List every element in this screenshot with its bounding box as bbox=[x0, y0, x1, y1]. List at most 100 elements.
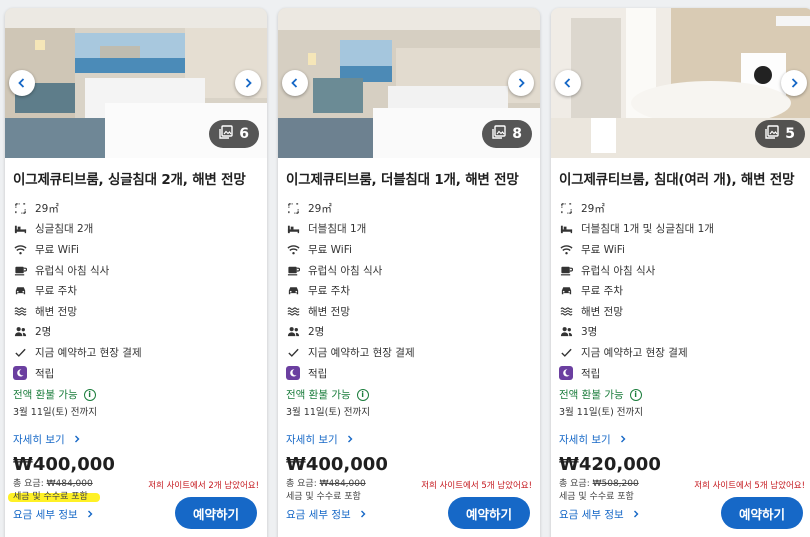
chevron-left-icon bbox=[562, 74, 574, 93]
more-details-link[interactable]: 자세히 보기 bbox=[286, 432, 532, 447]
amenity-item: 적립 bbox=[13, 363, 259, 384]
chevron-right-icon bbox=[632, 509, 640, 521]
amenity-label: 무료 주차 bbox=[35, 285, 77, 298]
bed-icon bbox=[286, 222, 300, 236]
more-details-label: 자세히 보기 bbox=[559, 434, 611, 447]
people-icon bbox=[286, 325, 300, 339]
amenity-label: 무료 WiFi bbox=[35, 243, 79, 256]
amenity-item: 무료 주차 bbox=[559, 280, 805, 301]
chevron-right-icon bbox=[515, 74, 527, 93]
total-label: 총 요금: bbox=[559, 479, 590, 489]
amenity-label: 유럽식 아침 식사 bbox=[581, 264, 656, 277]
amenity-label: 지금 예약하고 현장 결제 bbox=[581, 346, 688, 359]
fees-note: 세금 및 수수료 포함 bbox=[559, 492, 634, 502]
info-icon[interactable]: i bbox=[629, 388, 642, 401]
coffee-icon bbox=[13, 263, 27, 277]
amenity-item: 해변 전망 bbox=[559, 301, 805, 322]
photo-gallery-button[interactable]: 6 bbox=[209, 120, 259, 148]
availability-alert: 저희 사이트에서 5개 남았어요! bbox=[421, 481, 532, 491]
gallery-icon bbox=[765, 125, 779, 143]
total-price: 총 요금: ₩508,200 bbox=[559, 476, 639, 489]
amenity-item: 더블침대 1개 bbox=[286, 219, 532, 240]
fees-note: 세금 및 수수료 포함 bbox=[13, 492, 88, 502]
amenity-label: 해변 전망 bbox=[581, 305, 623, 318]
nightly-price: ₩400,000 bbox=[286, 454, 388, 475]
price-breakdown-label: 요금 세부 정보 bbox=[286, 509, 351, 521]
previous-photo-button[interactable] bbox=[555, 70, 581, 96]
points-icon bbox=[286, 366, 300, 381]
price-breakdown-link[interactable]: 요금 세부 정보 bbox=[559, 507, 640, 522]
amenity-item: 유럽식 아침 식사 bbox=[13, 260, 259, 281]
amenity-item: 무료 WiFi bbox=[559, 239, 805, 260]
price-breakdown-label: 요금 세부 정보 bbox=[559, 509, 624, 521]
refund-deadline: 3월 11일(토) 전까지 bbox=[13, 407, 98, 419]
coffee-icon bbox=[286, 263, 300, 277]
room-photo[interactable]: 8 bbox=[278, 8, 540, 158]
amenity-item: 29㎡ bbox=[286, 198, 532, 219]
next-photo-button[interactable] bbox=[508, 70, 534, 96]
photo-gallery-button[interactable]: 8 bbox=[482, 120, 532, 148]
amenity-item: 지금 예약하고 현장 결제 bbox=[13, 342, 259, 363]
more-details-label: 자세히 보기 bbox=[13, 434, 65, 447]
refund-label: 전액 환불 가능 bbox=[13, 389, 78, 402]
room-photo[interactable]: 5 bbox=[551, 8, 810, 158]
next-photo-button[interactable] bbox=[781, 70, 807, 96]
total-value: ₩484,000 bbox=[46, 479, 93, 489]
refund-label: 전액 환불 가능 bbox=[559, 389, 624, 402]
chevron-right-icon bbox=[346, 434, 354, 446]
amenity-item: 해변 전망 bbox=[286, 301, 532, 322]
gallery-icon bbox=[492, 125, 506, 143]
points-icon bbox=[559, 366, 573, 381]
total-label: 총 요금: bbox=[286, 479, 317, 489]
room-results: 6 이그제큐티브룸, 싱글침대 2개, 해변 전망 29㎡ 싱글침대 2개 무료… bbox=[0, 0, 810, 537]
check-icon bbox=[559, 345, 573, 359]
total-value: ₩484,000 bbox=[319, 479, 366, 489]
chevron-right-icon bbox=[619, 434, 627, 446]
amenity-item: 29㎡ bbox=[559, 198, 805, 219]
photo-count: 5 bbox=[785, 126, 795, 142]
car-icon bbox=[559, 284, 573, 298]
amenity-list: 29㎡ 더블침대 1개 및 싱글침대 1개 무료 WiFi 유럽식 아침 식사 … bbox=[559, 198, 805, 383]
previous-photo-button[interactable] bbox=[9, 70, 35, 96]
more-details-link[interactable]: 자세히 보기 bbox=[559, 432, 805, 447]
room-photo[interactable]: 6 bbox=[5, 8, 267, 158]
chevron-right-icon bbox=[242, 74, 254, 93]
bed-icon bbox=[13, 222, 27, 236]
photo-count: 6 bbox=[239, 126, 249, 142]
amenity-label: 무료 주차 bbox=[581, 285, 623, 298]
price-breakdown-link[interactable]: 요금 세부 정보 bbox=[13, 507, 94, 522]
availability-alert: 저희 사이트에서 5개 남았어요! bbox=[694, 481, 805, 491]
more-details-label: 자세히 보기 bbox=[286, 434, 338, 447]
amenity-item: 3명 bbox=[559, 322, 805, 343]
amenity-label: 무료 주차 bbox=[308, 285, 350, 298]
amenity-item: 적립 bbox=[559, 363, 805, 384]
fees-note: 세금 및 수수료 포함 bbox=[286, 492, 361, 502]
next-photo-button[interactable] bbox=[235, 70, 261, 96]
waves-icon bbox=[286, 304, 300, 318]
wifi-icon bbox=[559, 242, 573, 256]
info-icon[interactable]: i bbox=[356, 388, 369, 401]
room-card: 6 이그제큐티브룸, 싱글침대 2개, 해변 전망 29㎡ 싱글침대 2개 무료… bbox=[5, 8, 267, 537]
chevron-right-icon bbox=[359, 509, 367, 521]
amenity-label: 29㎡ bbox=[581, 202, 605, 215]
amenity-item: 무료 주차 bbox=[286, 280, 532, 301]
refund-status: 전액 환불 가능 i bbox=[559, 387, 805, 402]
points-icon bbox=[13, 366, 27, 381]
price-breakdown-link[interactable]: 요금 세부 정보 bbox=[286, 507, 367, 522]
room-title: 이그제큐티브룸, 침대(여러 개), 해변 전망 bbox=[559, 172, 795, 188]
more-details-link[interactable]: 자세히 보기 bbox=[13, 432, 259, 447]
photo-gallery-button[interactable]: 5 bbox=[755, 120, 805, 148]
amenity-item: 무료 WiFi bbox=[286, 239, 532, 260]
previous-photo-button[interactable] bbox=[282, 70, 308, 96]
wifi-icon bbox=[13, 242, 27, 256]
book-button[interactable]: 예약하기 bbox=[721, 497, 803, 529]
room-card: 5 이그제큐티브룸, 침대(여러 개), 해변 전망 29㎡ 더블침대 1개 및… bbox=[551, 8, 810, 537]
amenity-label: 더블침대 1개 및 싱글침대 1개 bbox=[581, 223, 714, 236]
amenity-label: 지금 예약하고 현장 결제 bbox=[35, 346, 142, 359]
check-icon bbox=[13, 345, 27, 359]
amenity-label: 싱글침대 2개 bbox=[35, 223, 94, 236]
book-button[interactable]: 예약하기 bbox=[175, 497, 257, 529]
info-icon[interactable]: i bbox=[83, 388, 96, 401]
book-button[interactable]: 예약하기 bbox=[448, 497, 530, 529]
amenity-item: 지금 예약하고 현장 결제 bbox=[559, 342, 805, 363]
